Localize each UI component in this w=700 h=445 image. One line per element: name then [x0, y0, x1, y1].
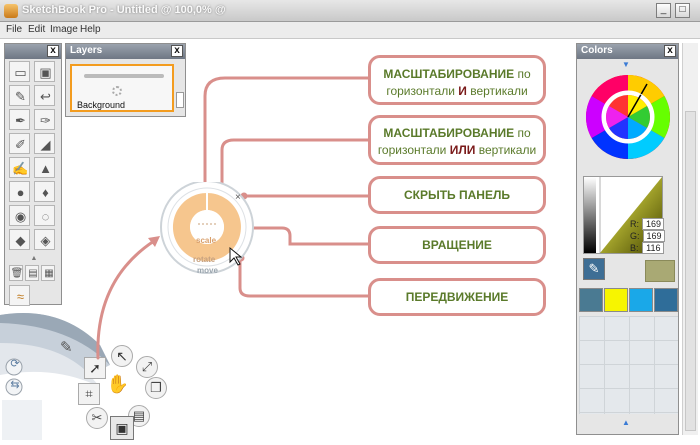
puck-rotate-label: rotate	[193, 255, 216, 264]
callout-connectors	[96, 76, 374, 360]
callout-zoom-and: МАСШТАБИРОВАНИЕ по горизонтали И вертика…	[368, 55, 546, 105]
callout-rotate: ВРАЩЕНИЕ	[368, 226, 546, 264]
callout-zoom-or-vertical: вертикали	[478, 143, 537, 157]
callout-zoom-and-conj: И	[458, 84, 467, 98]
callout-zoom-or-po: по	[517, 126, 531, 140]
puck-scale-label: scale	[196, 236, 217, 245]
callout-zoom-or: МАСШТАБИРОВАНИЕ по горизонтали ИЛИ верти…	[368, 115, 546, 165]
callout-zoom-and-title: МАСШТАБИРОВАНИЕ	[383, 67, 515, 81]
puck-close-icon[interactable]: ×	[235, 192, 241, 203]
callout-zoom-and-vertical: вертикали	[470, 84, 528, 98]
callout-zoom-or-horizontal: горизонтали	[377, 143, 447, 157]
puck-move-label: move	[197, 266, 218, 275]
callout-zoom-or-conj: ИЛИ	[449, 143, 476, 157]
callout-move: ПЕРЕДВИЖЕНИЕ	[368, 278, 546, 316]
callout-zoom-or-title: МАСШТАБИРОВАНИЕ	[383, 126, 515, 140]
callout-zoom-and-horizontal: горизонтали	[386, 84, 455, 98]
callout-zoom-and-po: по	[517, 67, 531, 81]
callout-hide-panel: СКРЫТЬ ПАНЕЛЬ	[368, 176, 546, 214]
